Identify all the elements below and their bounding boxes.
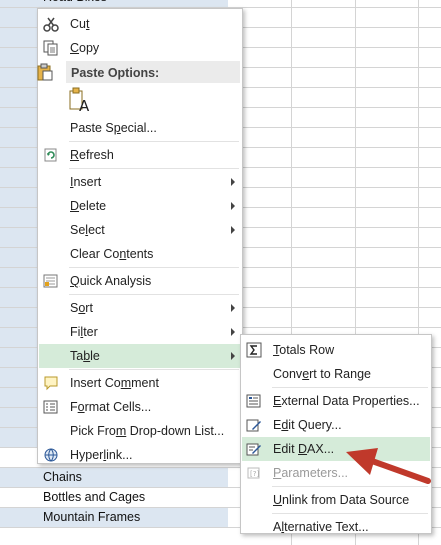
copy-icon [43,40,61,56]
menu-item-sort[interactable]: Sort [39,296,241,320]
menu-separator [272,387,428,388]
menu-item-clear-contents[interactable]: Clear Contents [39,242,241,266]
menu-item-hyperlink[interactable]: Hyperlink... [39,443,241,467]
menu-item-label: Edit DAX... [273,442,335,456]
submenu-arrow-icon [231,226,235,234]
menu-item-label: Refresh [70,148,114,162]
submenu-arrow-icon [231,202,235,210]
paste-keep-text-icon[interactable]: A [68,87,92,116]
submenu-item-edit-dax[interactable]: Edit DAX... [242,437,430,461]
cell-text: Bottles and Cages [43,490,146,504]
menu-item-label: Edit Query... [273,418,342,432]
menu-item-label: Cut [70,17,90,31]
menu-item-refresh[interactable]: Refresh [39,143,241,167]
menu-item-label: Copy [70,41,100,55]
menu-item-label: Paste Special... [70,121,157,135]
menu-item-label: Insert [70,175,102,189]
menu-item-insert[interactable]: Insert [39,170,241,194]
properties-icon [246,393,264,409]
menu-item-quick-analysis[interactable]: Quick Analysis [39,269,241,293]
clipboard-icon [36,63,54,84]
menu-item-table[interactable]: Table [39,344,241,368]
submenu-arrow-icon [231,304,235,312]
menu-item-label: Table [70,349,100,363]
paste-options-label: Paste Options: [71,66,160,80]
menu-item-label: Parameters... [273,466,349,480]
submenu-arrow-icon [231,178,235,186]
cell-text: Mountain Frames [43,510,141,524]
submenu-item-external-data-properties[interactable]: External Data Properties... [242,389,430,413]
parameters-icon: [?] [246,465,264,481]
menu-separator [272,513,428,514]
cell-text: Road Bikes [43,0,107,4]
cell[interactable]: Chains [0,468,228,487]
cell[interactable]: Mountain Frames [0,508,228,527]
menu-item-label: Sort [70,301,93,315]
menu-item-format-cells[interactable]: Format Cells... [39,395,241,419]
submenu-item-totals-row[interactable]: Totals Row [242,338,430,362]
cell[interactable]: Bottles and Cages [0,488,228,507]
quick-analysis-icon [43,273,61,289]
menu-item-label: Alternative Text... [273,520,369,534]
menu-separator [69,294,239,295]
submenu-item-edit-query[interactable]: Edit Query... [242,413,430,437]
menu-item-label: Pick From Drop-down List... [70,424,225,438]
edit-query-icon [246,417,264,433]
menu-item-label: Insert Comment [70,376,159,390]
submenu-arrow-icon [231,328,235,336]
submenu-arrow-icon [231,352,235,360]
submenu-item-alternative-text[interactable]: Alternative Text... [242,515,430,539]
table-submenu: Totals Row Convert to Range External Data … [240,334,432,534]
menu-item-select[interactable]: Select [39,218,241,242]
edit-dax-icon [246,441,264,457]
cell[interactable]: Road Bikes [0,0,228,7]
comment-icon [43,375,61,391]
menu-item-label: Filter [70,325,98,339]
svg-text:[?]: [?] [250,470,259,478]
menu-item-label: Hyperlink... [70,448,133,462]
menu-item-label: Unlink from Data Source [273,493,410,507]
menu-item-filter[interactable]: Filter [39,320,241,344]
sigma-icon [246,342,264,358]
menu-item-label: Format Cells... [70,400,152,414]
menu-item-label: Select [70,223,105,237]
submenu-item-convert-to-range[interactable]: Convert to Range [242,362,430,386]
hyperlink-icon [43,447,61,463]
menu-item-paste-special[interactable]: Paste Special... [39,116,241,140]
menu-separator [69,168,239,169]
sheet-row: Road Bikes [0,0,441,8]
menu-separator [69,141,239,142]
submenu-item-unlink[interactable]: Unlink from Data Source [242,488,430,512]
scissors-icon [43,16,61,32]
menu-item-cut[interactable]: Cut [39,12,241,36]
menu-item-label: Convert to Range [273,367,371,381]
context-menu: Cut Copy Paste Options: A Paste Special... Re… [37,8,243,464]
menu-separator [272,486,428,487]
menu-separator [69,267,239,268]
menu-item-label: Totals Row [273,343,335,357]
menu-item-label: Clear Contents [70,247,154,261]
menu-item-insert-comment[interactable]: Insert Comment [39,371,241,395]
format-cells-icon [43,399,61,415]
paste-options-header: Paste Options: [37,61,240,83]
menu-item-copy[interactable]: Copy [39,36,241,60]
refresh-icon [43,147,61,163]
svg-text:A: A [79,97,90,113]
menu-item-label: Quick Analysis [70,274,152,288]
menu-item-delete[interactable]: Delete [39,194,241,218]
menu-item-label: External Data Properties... [273,394,420,408]
cell-text: Chains [43,470,82,484]
menu-separator [69,369,239,370]
submenu-item-parameters: [?] Parameters... [242,461,430,485]
menu-item-label: Delete [70,199,107,213]
menu-item-pick-from-dropdown[interactable]: Pick From Drop-down List... [39,419,241,443]
